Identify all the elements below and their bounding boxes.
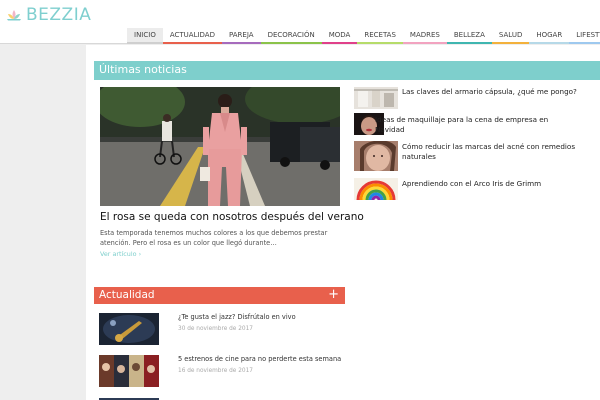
list-item[interactable]: Ideas de maquillaje para la cena de empr…: [354, 113, 600, 137]
nav-item-inicio[interactable]: INICIO: [127, 28, 163, 44]
nav-item-decoracion[interactable]: DECORACIÓN: [260, 28, 322, 44]
featured-read-more-link[interactable]: Ver artículo ›: [100, 250, 141, 258]
list-item[interactable]: ¿Te gusta el jazz? Disfrútalo en vivo 30…: [99, 313, 349, 347]
actualidad-article-title: 5 estrenos de cine para no perderte esta…: [178, 355, 342, 363]
main-nav: INICIO ACTUALIDAD PAREJA DECORACIÓN MODA…: [127, 28, 600, 44]
actualidad-title: Actualidad: [99, 289, 155, 301]
left-sidebar-space: [0, 45, 86, 400]
side-article-title: Las claves del armario cápsula, ¿qué me …: [402, 87, 577, 96]
list-item[interactable]: Las claves del armario cápsula, ¿qué me …: [354, 87, 600, 111]
ultimas-noticias-header: Últimas noticias: [94, 61, 600, 80]
article-thumbnail: [99, 355, 159, 387]
site-logo[interactable]: BEZZIA: [6, 5, 91, 25]
side-article-title: Aprendiendo con el Arco Iris de Grimm: [402, 179, 542, 188]
nav-item-madres[interactable]: MADRES: [402, 28, 447, 44]
nav-item-hogar[interactable]: HOGAR: [529, 28, 570, 44]
article-thumbnail: [354, 178, 398, 200]
expand-plus-icon[interactable]: +: [328, 287, 339, 303]
main-content: Últimas noticias El rosa se queda con no…: [86, 45, 600, 400]
nav-item-recetas[interactable]: RECETAS: [357, 28, 403, 44]
actualidad-header: Actualidad +: [94, 287, 345, 304]
lotus-logo-icon: [7, 10, 21, 21]
nav-item-pareja[interactable]: PAREJA: [221, 28, 261, 44]
ultimas-noticias-title: Últimas noticias: [99, 63, 187, 76]
list-item[interactable]: 5 estrenos de cine para no perderte esta…: [99, 355, 349, 389]
nav-item-lifestyle[interactable]: LIFESTYLE: [569, 28, 600, 44]
logo-text: BEZZIA: [26, 5, 92, 25]
actualidad-article-date: 16 de noviembre de 2017: [178, 368, 253, 374]
nav-item-moda[interactable]: MODA: [321, 28, 358, 44]
actualidad-article-date: 30 de noviembre de 2017: [178, 326, 253, 332]
featured-article-image[interactable]: [100, 87, 340, 206]
featured-article-excerpt: Esta temporada tenemos muchos colores a …: [100, 229, 328, 247]
article-thumbnail: [354, 141, 398, 171]
site-header: BEZZIA INICIO ACTUALIDAD PAREJA DECORACI…: [0, 0, 600, 44]
actualidad-article-title: ¿Te gusta el jazz? Disfrútalo en vivo: [178, 313, 296, 321]
nav-item-salud[interactable]: SALUD: [491, 28, 530, 44]
nav-item-belleza[interactable]: BELLEZA: [446, 28, 492, 44]
side-article-title: Ideas de maquillaje para la cena de empr…: [375, 115, 549, 134]
nav-item-actualidad[interactable]: ACTUALIDAD: [162, 28, 222, 44]
article-thumbnail: [354, 87, 398, 109]
list-item[interactable]: Aprendiendo con el Arco Iris de Grimm: [354, 178, 600, 202]
side-article-title: Cómo reducir las marcas del acné con rem…: [402, 142, 576, 161]
featured-article-title[interactable]: El rosa se queda con nosotros después de…: [100, 210, 364, 224]
article-thumbnail: [99, 313, 159, 345]
list-item[interactable]: Cómo reducir las marcas del acné con rem…: [354, 141, 600, 171]
featured-photo: [100, 87, 340, 206]
